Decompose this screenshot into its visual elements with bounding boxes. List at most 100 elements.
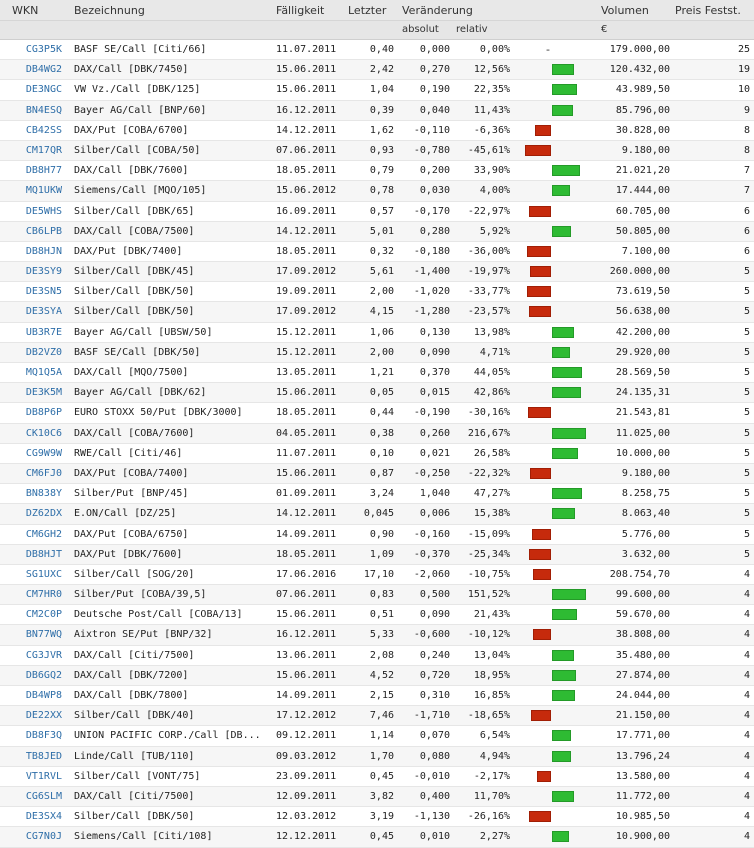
faelligkeit-cell: 15.06.2011 xyxy=(276,669,337,681)
wkn-link[interactable]: CG3P5K xyxy=(0,44,62,55)
wkn-link[interactable]: CG6SLM xyxy=(0,791,62,802)
col-faelligkeit-header[interactable]: Fälligkeit xyxy=(276,4,324,17)
wkn-link[interactable]: DB6GQ2 xyxy=(0,670,62,681)
letzter-cell: 3,24 xyxy=(369,488,394,500)
table-row[interactable]: UB3R7E Bayer AG/Call [UBSW/50] 15.12.2011 1… xyxy=(0,323,754,343)
absolut-cell: -0,110 xyxy=(413,124,450,136)
wkn-link[interactable]: BN4ESQ xyxy=(0,105,62,116)
table-row[interactable]: CG6SLM DAX/Call [Citi/7500] 12.09.2011 3,82… xyxy=(0,786,754,808)
col-veraenderung-header[interactable]: Veränderung xyxy=(402,4,473,17)
table-row[interactable]: MQ1Q5A DAX/Call [MQO/7500] 13.05.2011 1,21 0… xyxy=(0,363,754,384)
table-row[interactable]: CM6GH2 DAX/Put [COBA/6750] 14.09.2011 0,90 -… xyxy=(0,525,754,545)
table-row[interactable]: CG9W9W RWE/Call [Citi/46] 11.07.2011 0,10 0,… xyxy=(0,444,754,464)
table-row[interactable]: CM2C0P Deutsche Post/Call [COBA/13] 15.06.… xyxy=(0,605,754,626)
col-relativ-header[interactable]: relativ xyxy=(456,24,488,35)
table-row[interactable]: DE22XX Silber/Call [DBK/40] 17.12.2012 7,46… xyxy=(0,706,754,727)
table-row[interactable]: CG7N0J Siemens/Call [Citi/108] 12.12.2011 0… xyxy=(0,827,754,848)
table-row[interactable]: DB4WG2 DAX/Call [DBK/7450] 15.06.2011 2,42 0… xyxy=(0,60,754,81)
table-row[interactable]: CB6LPB DAX/Call [COBA/7500] 14.12.2011 5,01… xyxy=(0,221,754,242)
wkn-link[interactable]: UB3R7E xyxy=(0,327,62,338)
wkn-link[interactable]: CG3JVR xyxy=(0,650,62,661)
table-row[interactable]: VT1RVL Silber/Call [VONT/75] 23.09.2011 0,4… xyxy=(0,767,754,787)
wkn-link[interactable]: DB8F3Q xyxy=(0,730,62,741)
wkn-link[interactable]: CM6GH2 xyxy=(0,529,62,540)
wkn-link[interactable]: CB42SS xyxy=(0,125,62,136)
volumen-cell: 9.180,00 xyxy=(621,144,670,156)
wkn-link[interactable]: DB8H77 xyxy=(0,165,62,176)
table-row[interactable]: DB8HJT DAX/Put [DBK/7600] 18.05.2011 1,09 -0… xyxy=(0,544,754,565)
table-row[interactable]: CM7HR0 Silber/Put [COBA/39,5] 07.06.2011 0,… xyxy=(0,585,754,606)
table-row[interactable]: CG3P5K BASF SE/Call [Citi/66] 11.07.2011 0,… xyxy=(0,40,754,61)
wkn-link[interactable]: CM17QR xyxy=(0,145,62,156)
wkn-link[interactable]: DE3SX4 xyxy=(0,811,62,822)
wkn-link[interactable]: SG1UXC xyxy=(0,569,62,580)
wkn-link[interactable]: DE3K5M xyxy=(0,387,62,398)
wkn-link[interactable]: CM2C0P xyxy=(0,609,62,620)
table-row[interactable]: MQ1UKW Siemens/Call [MQO/105] 15.06.2012 0,… xyxy=(0,181,754,202)
table-row[interactable]: DE3SN5 Silber/Call [DBK/50] 19.09.2011 2,00… xyxy=(0,282,754,303)
wkn-link[interactable]: CK10C6 xyxy=(0,428,62,439)
wkn-link[interactable]: BN838Y xyxy=(0,488,62,499)
table-row[interactable]: DE3SX4 Silber/Call [DBK/50] 12.03.2012 3,19… xyxy=(0,807,754,828)
absolut-cell: -0,160 xyxy=(413,528,450,540)
wkn-link[interactable]: DE3NGC xyxy=(0,84,62,95)
table-row[interactable]: CM17QR Silber/Call [COBA/50] 07.06.2011 0,9… xyxy=(0,140,754,162)
wkn-link[interactable]: DE3SY9 xyxy=(0,266,62,277)
wkn-link[interactable]: DB8HJT xyxy=(0,549,62,560)
col-bezeichnung-header[interactable]: Bezeichnung xyxy=(74,4,145,17)
table-row[interactable]: TB8JED Linde/Call [TUB/110] 09.03.2012 1,70… xyxy=(0,746,754,767)
col-wkn-header[interactable]: WKN xyxy=(12,4,38,17)
wkn-link[interactable]: CM7HR0 xyxy=(0,589,62,600)
table-row[interactable]: BN838Y Silber/Put [BNP/45] 01.09.2011 3,24 1… xyxy=(0,484,754,505)
col-absolut-header[interactable]: absolut xyxy=(402,24,439,35)
table-row[interactable]: SG1UXC Silber/Call [SOG/20] 17.06.2016 17,1… xyxy=(0,565,754,586)
wkn-link[interactable]: DB8P6P xyxy=(0,407,62,418)
wkn-link[interactable]: MQ1Q5A xyxy=(0,367,62,378)
wkn-link[interactable]: DB4WG2 xyxy=(0,64,62,75)
wkn-link[interactable]: DB4WP8 xyxy=(0,690,62,701)
wkn-link[interactable]: CG9W9W xyxy=(0,448,62,459)
relativ-cell: -18,65% xyxy=(467,710,510,722)
table-row[interactable]: DB6GQ2 DAX/Call [DBK/7200] 15.06.2011 4,52 0… xyxy=(0,665,754,686)
table-row[interactable]: CM6FJ0 DAX/Put [COBA/7400] 15.06.2011 0,87 -… xyxy=(0,463,754,485)
table-row[interactable]: DB8F3Q UNION PACIFIC CORP./Call [DB... 09.… xyxy=(0,726,754,747)
change-bar-positive xyxy=(552,346,570,358)
table-row[interactable]: DB8H77 DAX/Call [DBK/7600] 18.05.2011 0,79 0… xyxy=(0,161,754,182)
wkn-link[interactable]: DE3SN5 xyxy=(0,286,62,297)
wkn-link[interactable]: BN77WQ xyxy=(0,629,62,640)
wkn-link[interactable]: MQ1UKW xyxy=(0,185,62,196)
table-row[interactable]: DZ62DX E.ON/Call [DZ/25] 14.12.2011 0,045 0,… xyxy=(0,504,754,525)
table-row[interactable]: DB2VZ0 BASF SE/Call [DBK/50] 15.12.2011 2,0… xyxy=(0,342,754,363)
table-row[interactable]: BN77WQ Aixtron SE/Put [BNP/32] 16.12.2011 5… xyxy=(0,625,754,646)
wkn-link[interactable]: CG7N0J xyxy=(0,831,62,842)
table-row[interactable]: DB8HJN DAX/Put [DBK/7400] 18.05.2011 0,32 -0… xyxy=(0,242,754,263)
wkn-link[interactable]: DE3SYA xyxy=(0,306,62,317)
table-row[interactable]: DE3NGC VW Vz./Call [DBK/125] 15.06.2011 1,0… xyxy=(0,80,754,101)
col-letzter-header[interactable]: Letzter xyxy=(348,4,386,17)
volumen-cell: 38.808,00 xyxy=(615,629,670,641)
wkn-link[interactable]: DZ62DX xyxy=(0,508,62,519)
table-row[interactable]: DE3K5M Bayer AG/Call [DBK/62] 15.06.2011 0,… xyxy=(0,383,754,404)
table-row[interactable]: DE5WHS Silber/Call [DBK/65] 16.09.2011 0,57… xyxy=(0,202,754,222)
faelligkeit-cell: 19.09.2011 xyxy=(276,286,337,298)
wkn-link[interactable]: DE22XX xyxy=(0,710,62,721)
wkn-link[interactable]: CM6FJ0 xyxy=(0,468,62,479)
table-row[interactable]: DE3SY9 Silber/Call [DBK/45] 17.09.2012 5,61… xyxy=(0,262,754,283)
wkn-link[interactable]: DB8HJN xyxy=(0,246,62,257)
table-row[interactable]: DE3SYA Silber/Call [DBK/50] 17.09.2012 4,15… xyxy=(0,302,754,323)
col-volumen-header[interactable]: Volumen xyxy=(601,4,649,17)
table-row[interactable]: CB42SS DAX/Put [COBA/6700] 14.12.2011 1,62 -… xyxy=(0,121,754,141)
table-row[interactable]: CK10C6 DAX/Call [COBA/7600] 04.05.2011 0,38… xyxy=(0,423,754,444)
wkn-link[interactable]: TB8JED xyxy=(0,751,62,762)
wkn-link[interactable]: DB2VZ0 xyxy=(0,347,62,358)
table-row[interactable]: DB4WP8 DAX/Call [DBK/7800] 14.09.2011 2,15 0… xyxy=(0,686,754,707)
col-preis-header[interactable]: Preis Festst. xyxy=(675,4,741,17)
table-row[interactable]: BN4ESQ Bayer AG/Call [BNP/60] 16.12.2011 0,… xyxy=(0,100,754,121)
wkn-link[interactable]: DE5WHS xyxy=(0,206,62,217)
bezeichnung-cell: DAX/Call [DBK/7600] xyxy=(74,165,189,177)
table-row[interactable]: CG3JVR DAX/Call [Citi/7500] 13.06.2011 2,08… xyxy=(0,646,754,666)
table-row[interactable]: DB8P6P EURO STOXX 50/Put [DBK/3000] 18.05.… xyxy=(0,403,754,424)
wkn-link[interactable]: VT1RVL xyxy=(0,771,62,782)
wkn-link[interactable]: CB6LPB xyxy=(0,226,62,237)
faelligkeit-cell: 13.05.2011 xyxy=(276,367,337,378)
